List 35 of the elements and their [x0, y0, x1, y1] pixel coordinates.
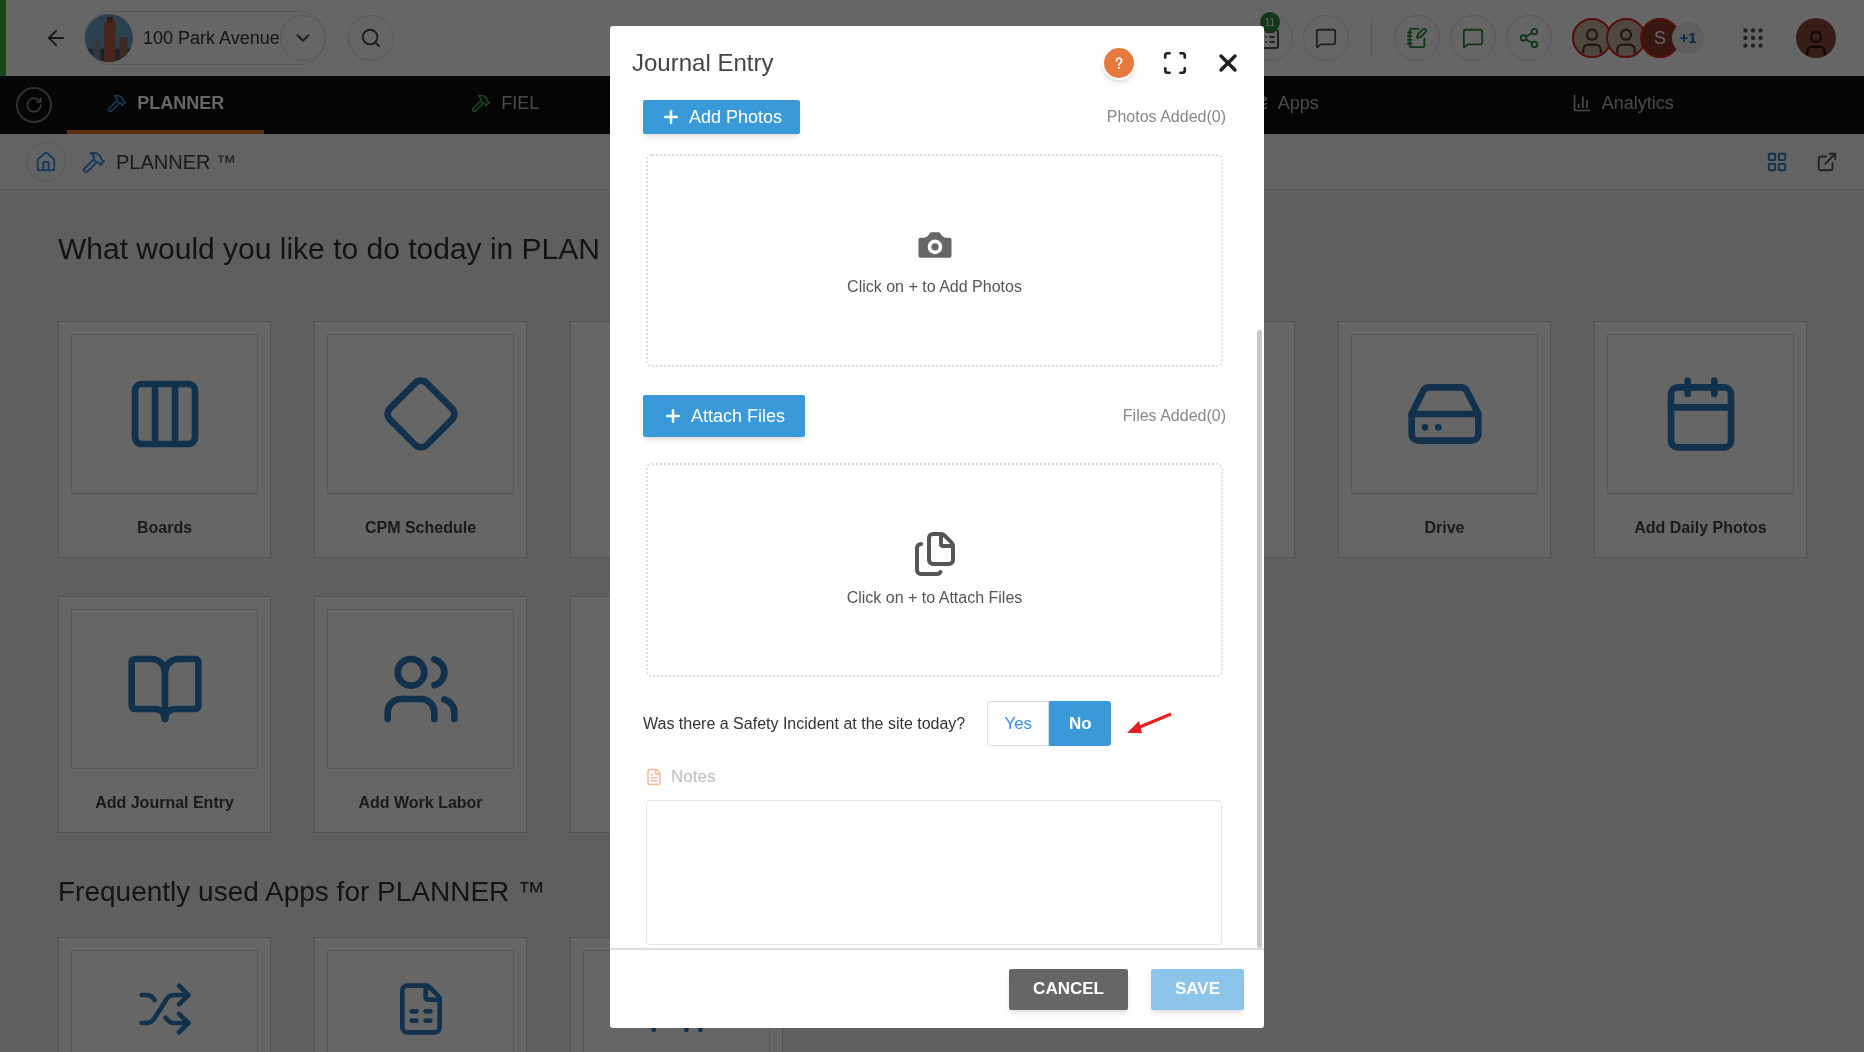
- photos-count: Photos Added(0): [1106, 107, 1226, 127]
- dialog-title: Journal Entry: [632, 48, 774, 78]
- file-drop-zone[interactable]: Click on + to Attach Files: [646, 463, 1223, 677]
- tile-label: Add Journal Entry: [95, 793, 234, 813]
- page-heading: What would you like to do today in PLAN: [58, 231, 600, 267]
- app-tile[interactable]: Add Work Labor: [314, 596, 527, 833]
- app-tile[interactable]: Add Journal Entry: [58, 596, 271, 833]
- photo-drop-zone[interactable]: Click on + to Add Photos: [646, 154, 1223, 367]
- app-tile[interactable]: Drive: [1338, 321, 1551, 558]
- answer-toggle[interactable]: No: [1049, 701, 1112, 746]
- breadcrumb-title: PLANNER ™: [116, 149, 237, 175]
- notes-label: Notes: [671, 766, 716, 788]
- app-tile[interactable]: CPM Schedule: [314, 321, 527, 558]
- tile-label: Drive: [1424, 518, 1465, 538]
- tile-label: CPM Schedule: [364, 518, 477, 538]
- files-count: Files Added(0): [1122, 406, 1226, 426]
- add-photos-button[interactable]: Add Photos: [643, 100, 801, 134]
- tile-label: Add Work Labor: [358, 793, 483, 813]
- photos-hint: Click on + to Add Photos: [847, 276, 1022, 297]
- tile-label: Add Daily Photos: [1634, 518, 1767, 538]
- nav-tab[interactable]: FIEL: [406, 76, 604, 134]
- project-selector[interactable]: 100 Park Avenue: [84, 11, 326, 65]
- section-heading: Frequently used Apps for PLANNER ™: [58, 875, 547, 909]
- cancel-button[interactable]: CANCEL: [1009, 968, 1128, 1010]
- files-hint: Click on + to Attach Files: [846, 588, 1023, 608]
- more-avatars-badge[interactable]: +1: [1672, 22, 1704, 54]
- app-tile[interactable]: Boards: [58, 321, 271, 558]
- app-tile[interactable]: Add Daily Photos: [1594, 321, 1807, 558]
- project-name: 100 Park Avenue: [143, 26, 280, 50]
- tile-label: Boards: [136, 518, 193, 538]
- notification-badge: 11: [1260, 12, 1280, 32]
- safety-question: Was there a Safety Incident at the site today?: [643, 713, 966, 734]
- answer-toggle[interactable]: Yes: [987, 701, 1050, 746]
- nav-tab[interactable]: Analytics: [1524, 76, 1721, 134]
- attach-files-button[interactable]: Attach Files: [643, 395, 806, 437]
